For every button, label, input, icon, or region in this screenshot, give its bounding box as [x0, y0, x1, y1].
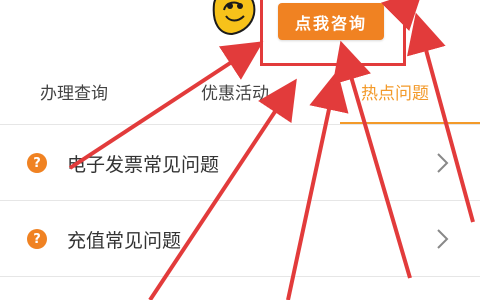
faq-item-label: 充值常见问题 — [67, 230, 182, 252]
consult-button[interactable]: 点我咨询 — [278, 3, 384, 40]
faq-item-recharge[interactable]: ? 充值常见问题 — [0, 201, 480, 277]
question-icon: ? — [27, 229, 47, 249]
tab-bar: 办理查询 优惠活动 热点问题 — [0, 72, 480, 123]
chevron-right-icon — [437, 229, 449, 249]
tab-hot-questions[interactable]: 热点问题 — [361, 79, 429, 104]
mascot-image — [212, 0, 256, 36]
tab-query[interactable]: 办理查询 — [40, 79, 108, 104]
faq-item-label: 电子发票常见问题 — [67, 154, 220, 176]
tab-promotions[interactable]: 优惠活动 — [201, 79, 269, 104]
chevron-right-icon — [437, 153, 449, 173]
faq-item-invoice[interactable]: ? 电子发票常见问题 — [0, 125, 480, 201]
question-icon: ? — [27, 153, 47, 173]
